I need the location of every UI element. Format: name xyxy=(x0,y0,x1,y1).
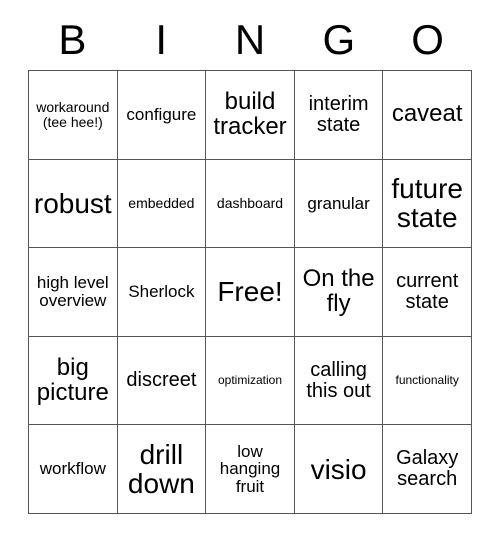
bingo-cell-label: build tracker xyxy=(213,87,287,140)
bingo-cell[interactable]: optimization xyxy=(206,336,295,426)
bingo-cell[interactable]: drill down xyxy=(117,425,207,514)
bingo-header-letter-i: I xyxy=(155,16,168,63)
bingo-header-letter-o: O xyxy=(411,16,444,63)
bingo-cell[interactable]: calling this out xyxy=(294,336,384,426)
bingo-cell-label: robust xyxy=(33,187,112,219)
bingo-cell[interactable]: visio xyxy=(294,425,384,514)
bingo-cell-label: current state xyxy=(396,270,459,313)
bingo-cell-label: On the fly xyxy=(302,265,375,317)
bingo-cell[interactable]: robust xyxy=(29,159,118,249)
bingo-cell-label: granular xyxy=(307,193,370,213)
bingo-cell[interactable]: Sherlock xyxy=(117,248,207,337)
bingo-cell[interactable]: workaround (tee hee!) xyxy=(29,71,118,160)
bingo-cell[interactable]: low hanging fruit xyxy=(206,425,295,514)
bingo-cell-label: embedded xyxy=(128,195,195,212)
bingo-cell-label: workaround (tee hee!) xyxy=(36,99,110,130)
bingo-cell[interactable]: current state xyxy=(383,248,472,337)
bingo-header-row: BINGO xyxy=(28,12,472,68)
bingo-cell[interactable]: future state xyxy=(383,159,472,249)
bingo-cell-label: future state xyxy=(391,173,463,234)
bingo-cell-label: drill down xyxy=(127,439,195,500)
bingo-header-letter-g: G xyxy=(322,16,356,63)
bingo-cell[interactable]: big picture xyxy=(29,336,118,426)
bingo-cell-label: big picture xyxy=(36,353,109,406)
bingo-cell[interactable]: configure xyxy=(117,71,207,160)
bingo-header-letter-b: B xyxy=(58,16,87,63)
bingo-cell-label: caveat xyxy=(391,100,463,128)
bingo-cell-label: dashboard xyxy=(216,195,284,212)
bingo-cell-label: calling this out xyxy=(306,358,371,402)
bingo-cell-label: discreet xyxy=(126,369,197,392)
bingo-header-letter-n: N xyxy=(234,16,266,63)
bingo-cell[interactable]: caveat xyxy=(383,71,472,160)
bingo-cell[interactable]: embedded xyxy=(117,159,207,249)
bingo-cell[interactable]: high level overview xyxy=(29,248,118,337)
bingo-cell-label: visio xyxy=(310,453,367,485)
bingo-cell[interactable]: granular xyxy=(294,159,384,249)
bingo-cell[interactable]: Free! xyxy=(206,248,295,337)
bingo-cell[interactable]: build tracker xyxy=(206,71,295,160)
bingo-cell-label: low hanging fruit xyxy=(219,441,281,497)
bingo-cell-label: Free! xyxy=(217,276,283,308)
bingo-cell[interactable]: Galaxy search xyxy=(383,425,472,514)
bingo-cell-label: Sherlock xyxy=(128,282,195,302)
bingo-cell[interactable]: dashboard xyxy=(206,159,295,249)
bingo-cell[interactable]: functionality xyxy=(383,336,472,426)
bingo-cell-label: optimization xyxy=(217,373,282,388)
bingo-cell[interactable]: discreet xyxy=(117,336,207,426)
bingo-cell[interactable]: interim state xyxy=(294,71,384,160)
bingo-cell-label: high level overview xyxy=(36,273,109,310)
bingo-cell[interactable]: On the fly xyxy=(294,248,384,337)
bingo-cell-label: interim state xyxy=(308,93,369,136)
bingo-cell-label: Galaxy search xyxy=(396,447,459,491)
bingo-grid: workaround (tee hee!) configure build trac… xyxy=(28,70,472,514)
bingo-cell-label: configure xyxy=(126,104,197,124)
bingo-cell-label: workflow xyxy=(39,459,106,479)
bingo-cell-label: functionality xyxy=(395,373,459,388)
bingo-cell[interactable]: workflow xyxy=(29,425,118,514)
bingo-card: B I N G O workaround (tee hee!) configure buil… xyxy=(0,0,500,544)
